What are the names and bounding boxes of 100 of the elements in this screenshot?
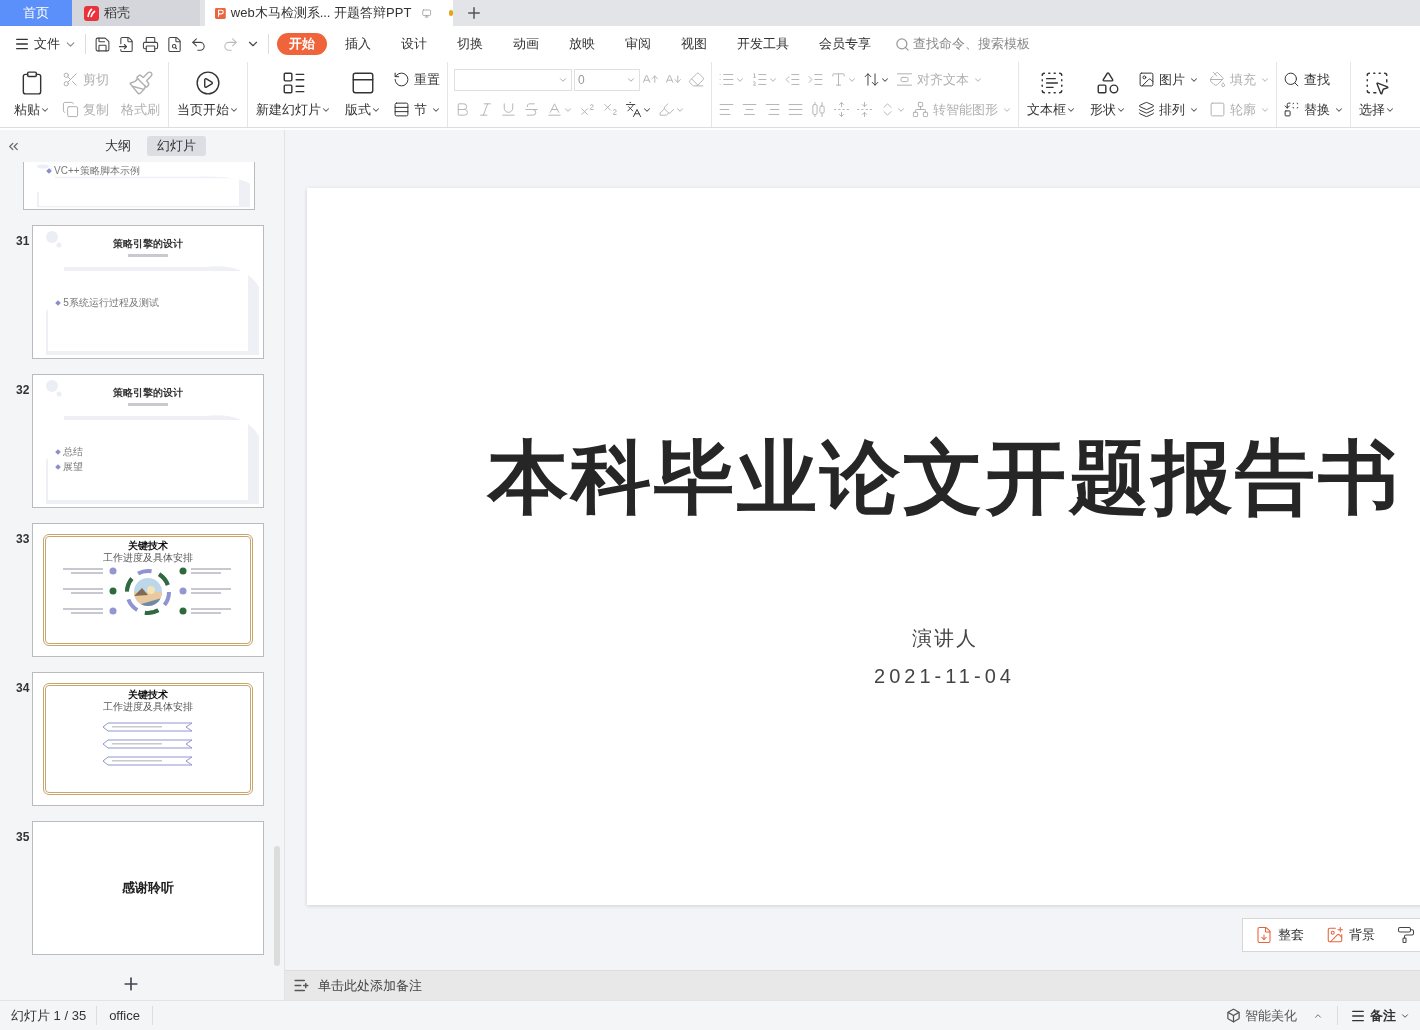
ribbon-tab[interactable]: 开发工具	[725, 33, 801, 55]
document-tab[interactable]: 稻壳	[72, 0, 200, 26]
slide-thumbnail[interactable]: VC++策略脚本示例	[23, 162, 255, 210]
notes-bar[interactable]: 单击此处添加备注	[285, 970, 1420, 1000]
indent-increase-icon	[807, 71, 824, 88]
ribbon-button[interactable]: 版式	[343, 69, 383, 120]
slide-thumbnail[interactable]: 策略引擎的设计 总结 展望	[32, 374, 265, 508]
thumbnail-bullet: 总结	[63, 446, 84, 457]
ribbon-tab[interactable]: 设计	[389, 33, 439, 55]
undo-icon[interactable]	[190, 35, 207, 53]
paintbrush-icon	[127, 69, 154, 96]
distribute-icon	[810, 101, 827, 118]
ribbon-button[interactable]: 图片	[1138, 69, 1199, 90]
ribbon-button[interactable]: 新建幻灯片	[254, 69, 333, 120]
slide-canvas[interactable]: 本科毕业论文开题报告书 演讲人 2021-11-04	[307, 188, 1420, 905]
slide-number: 32	[16, 382, 30, 399]
thumbnail-title: 关键技术	[128, 540, 169, 552]
thumbnail-bullet: 展望	[63, 461, 84, 472]
file-menu-button[interactable]: 文件	[14, 34, 77, 54]
scissors-icon	[62, 71, 79, 88]
thumbnail-subtitle: 工作进度及具体安排	[103, 701, 194, 713]
play-icon	[195, 69, 221, 96]
spacing-increase-icon	[833, 101, 850, 118]
indent-decrease-icon	[784, 71, 801, 88]
slide-thumbnail[interactable]: 关键技术 工作进度及具体安排	[32, 672, 265, 806]
format-button[interactable]	[625, 101, 652, 118]
save-icon[interactable]	[94, 35, 111, 53]
view-tab[interactable]: 大纲	[95, 136, 141, 156]
ribbon-button[interactable]: 形状	[1088, 69, 1128, 120]
slide-thumbnail[interactable]: 感谢聆听	[32, 821, 265, 955]
diamond-bullet-icon	[46, 167, 52, 174]
notes-placeholder: 单击此处添加备注	[318, 976, 422, 995]
cube-icon	[1226, 1008, 1241, 1023]
thumbnail-title: 策略引擎的设计	[113, 386, 184, 400]
ribbon-tab[interactable]: 放映	[557, 33, 607, 55]
ribbon-tab[interactable]: 切换	[445, 33, 495, 55]
redo-icon[interactable]	[222, 35, 239, 53]
docer-logo-icon	[84, 5, 99, 21]
ribbon-button[interactable]: 选择	[1357, 69, 1397, 120]
slide-date: 2021-11-04	[874, 664, 1015, 689]
thumbnail-bullet: VC++策略脚本示例	[54, 165, 140, 176]
notes-icon	[293, 977, 310, 994]
view-tab[interactable]: 幻灯片	[147, 136, 206, 156]
smart-graphic-icon	[912, 101, 929, 118]
ribbon-button[interactable]: 排列	[1138, 99, 1199, 120]
slide-thumbnail[interactable]: 策略引擎的设计 5系统运行过程及测试	[32, 225, 265, 359]
ribbon-tab[interactable]: 会员专享	[807, 33, 883, 55]
blurred-subtitle	[128, 403, 169, 406]
align-right-icon	[764, 101, 781, 118]
format-button[interactable]	[863, 71, 890, 88]
slide-thumbnail[interactable]: 关键技术 工作进度及具体安排	[32, 523, 265, 657]
command-search-field[interactable]: 查找命令、搜索模板	[895, 34, 1053, 54]
ribbon-button[interactable]: 节	[393, 99, 441, 120]
image-icon	[1138, 71, 1155, 88]
toolbar-button[interactable]: 背景	[1326, 925, 1375, 945]
ribbon-tab[interactable]: 插入	[333, 33, 383, 55]
font-color-icon	[546, 101, 563, 118]
subscript-icon	[602, 101, 619, 118]
toolbar-button[interactable]: 整套	[1255, 925, 1304, 945]
ribbon-tab[interactable]: 审阅	[613, 33, 663, 55]
template-icon	[1255, 926, 1273, 944]
ribbon-button[interactable]: 重置	[393, 69, 440, 90]
thumbnail-title: 关键技术	[128, 689, 169, 701]
search-icon	[895, 36, 910, 52]
ribbon-button[interactable]: 当页开始	[175, 69, 241, 120]
slide-number: 31	[16, 233, 30, 250]
search-icon	[1283, 71, 1300, 88]
shapes-icon	[1095, 69, 1121, 96]
print-preview-icon[interactable]	[166, 35, 183, 53]
presentation-file-icon	[215, 5, 226, 21]
diamond-bullet-icon	[55, 448, 62, 455]
background-image-icon	[1326, 926, 1344, 944]
document-tab[interactable]: web木马检测系... 开题答辩PPT	[205, 0, 453, 26]
theme-color-button[interactable]	[1397, 926, 1415, 944]
ribbon-button[interactable]: 粘贴	[12, 69, 52, 120]
spacing-decrease-icon	[856, 101, 873, 118]
font-name-field[interactable]	[454, 68, 572, 91]
plus-icon	[465, 4, 483, 22]
export-icon[interactable]	[118, 35, 135, 53]
fill-icon	[1209, 71, 1226, 88]
beautify-button[interactable]: 智能美化	[1226, 1005, 1338, 1026]
scrollbar[interactable]	[274, 846, 280, 966]
theme-name: office	[97, 1005, 153, 1026]
diamond-bullet-icon	[55, 299, 62, 306]
notes-toggle-button[interactable]: 备注	[1338, 1005, 1420, 1026]
ribbon-button[interactable]: 替换	[1283, 99, 1344, 120]
outline-icon	[1209, 101, 1226, 118]
ribbon-button[interactable]: 文本框	[1025, 69, 1078, 120]
align-center-icon	[741, 101, 758, 118]
presenter-label: 演讲人	[911, 626, 978, 651]
superscript-icon	[579, 101, 596, 118]
eraser-icon	[688, 71, 705, 88]
layers-icon	[1138, 101, 1155, 118]
print-icon[interactable]	[142, 35, 159, 53]
ribbon-tab[interactable]: 视图	[669, 33, 719, 55]
ribbon-tab[interactable]: 动画	[501, 33, 551, 55]
ribbon-button[interactable]: 查找	[1283, 69, 1330, 90]
paint-icon	[1397, 926, 1415, 944]
monitor-icon	[422, 6, 432, 20]
thumbnail-title: 感谢聆听	[122, 879, 175, 898]
